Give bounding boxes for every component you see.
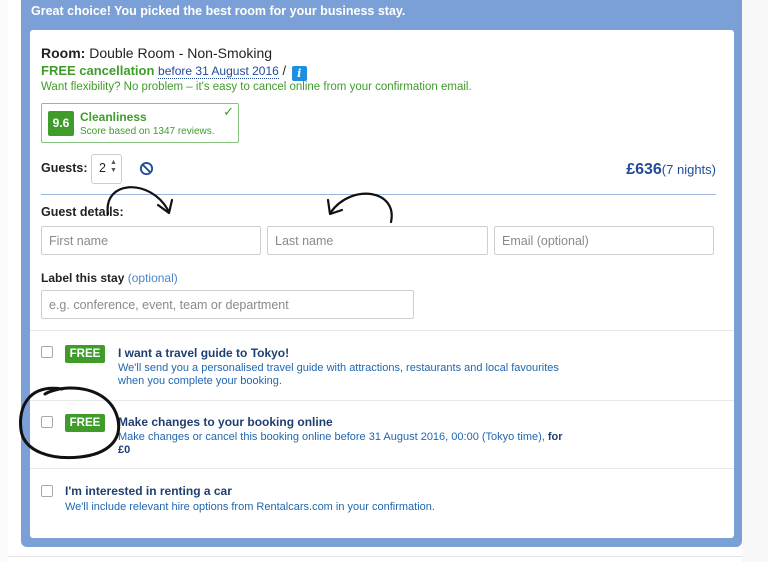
label-stay-heading: Label this stay (optional) (41, 271, 178, 285)
cleanliness-score: 9.6 (48, 111, 74, 136)
room-label: Room: (41, 45, 86, 61)
guests-label: Guests: (41, 161, 88, 175)
last-name-input[interactable] (267, 226, 488, 255)
guests-value: 2 (99, 161, 106, 175)
cleanliness-score-box: 9.6 Cleanliness Score based on 1347 revi… (41, 103, 239, 143)
option-divider (30, 330, 734, 331)
section-divider (41, 194, 716, 195)
cancellation-date-link[interactable]: before 31 August 2016 (158, 64, 279, 79)
cleanliness-title: Cleanliness (80, 110, 147, 124)
first-name-input[interactable] (41, 226, 261, 255)
free-cancellation-title: FREE cancellation (41, 63, 155, 78)
email-input[interactable] (494, 226, 714, 255)
travel-guide-description: We'll send you a personalised travel gui… (118, 362, 559, 388)
checkmark-icon: ✓ (223, 104, 234, 119)
rental-car-title: I'm interested in renting a car (65, 484, 232, 498)
no-entry-icon[interactable] (139, 161, 154, 176)
price-amount: £636 (626, 161, 662, 178)
booking-changes-price: £0 (118, 444, 131, 456)
free-badge: FREE (65, 414, 105, 432)
left-gutter (0, 0, 8, 562)
guests-select[interactable]: 2 ▲ ▼ (91, 154, 122, 184)
price-nights: (7 nights) (661, 162, 716, 177)
travel-guide-checkbox[interactable] (41, 346, 53, 358)
cancellation-line: FREE cancellation before 31 August 2016 … (41, 63, 307, 81)
flexibility-note: Want flexibility? No problem – it's easy… (41, 81, 472, 93)
cleanliness-subtitle: Score based on 1347 reviews. (80, 126, 215, 137)
label-stay-text: Label this stay (41, 271, 125, 285)
banner-message: Great choice! You picked the best room f… (31, 4, 406, 18)
travel-guide-desc-line1: We'll send you a personalised travel gui… (118, 362, 559, 374)
booking-changes-description: Make changes or cancel this booking onli… (118, 431, 598, 457)
travel-guide-desc-line2: when you complete your booking. (118, 375, 282, 387)
room-card: Room: Double Room - Non-Smoking FREE can… (30, 30, 734, 538)
guest-details-label: Guest details: (41, 205, 124, 219)
booking-changes-desc: Make changes or cancel this booking onli… (118, 431, 545, 443)
label-stay-optional: (optional) (127, 271, 178, 285)
booking-changes-for: for (547, 431, 563, 443)
option-divider (30, 400, 734, 401)
travel-guide-title: I want a travel guide to Tokyo! (118, 346, 290, 360)
label-stay-input[interactable] (41, 290, 414, 319)
select-arrows-icon: ▲ ▼ (110, 159, 117, 174)
option-divider (30, 468, 734, 469)
free-badge: FREE (65, 345, 105, 363)
booking-panel: Great choice! You picked the best room f… (21, 0, 742, 547)
room-name: Double Room - Non-Smoking (89, 45, 273, 61)
page-bottom-divider (8, 556, 742, 557)
price: £636(7 nights) (626, 161, 716, 179)
rental-car-description: We'll include relevant hire options from… (65, 501, 435, 513)
right-gutter (742, 0, 768, 562)
slash-separator: / (282, 63, 287, 78)
booking-changes-title: Make changes to your booking online (118, 415, 333, 429)
booking-changes-checkbox[interactable] (41, 416, 53, 428)
room-line: Room: Double Room - Non-Smoking (41, 45, 272, 61)
rental-car-checkbox[interactable] (41, 485, 53, 497)
info-icon[interactable]: i (291, 66, 307, 81)
